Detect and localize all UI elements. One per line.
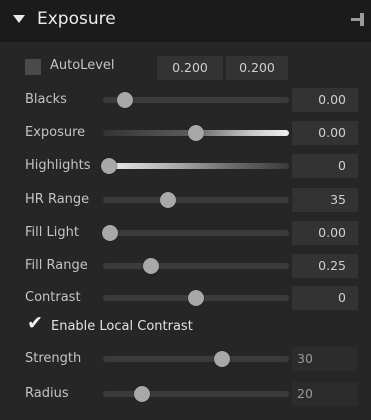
slider-thumb[interactable] (102, 225, 119, 241)
slider-thumb[interactable] (100, 158, 117, 174)
slider-track[interactable] (103, 192, 289, 208)
slider-track[interactable] (103, 351, 289, 367)
slider-track[interactable] (103, 258, 289, 274)
slider-thumb[interactable] (143, 258, 160, 274)
slider-row-contrast: Contrast 0 (0, 282, 371, 314)
slider-label: Contrast (25, 290, 81, 305)
slider-track[interactable] (103, 290, 289, 306)
slider-track[interactable] (103, 125, 289, 141)
slider-row-exposure: Exposure 0.00 (0, 117, 371, 149)
slider-row-fill-range: Fill Range 0.25 (0, 250, 371, 282)
autolevel-value-1[interactable]: 0.200 (157, 56, 223, 80)
local-contrast-label: Enable Local Contrast (51, 319, 193, 334)
slider-label: Blacks (25, 92, 67, 107)
slider-label: HR Range (25, 192, 90, 207)
autolevel-label: AutoLevel (50, 58, 115, 73)
slider-row-strength: Strength 30 (0, 343, 371, 375)
local-contrast-checkbox[interactable]: ✔ (27, 314, 43, 335)
slider-thumb[interactable] (188, 290, 204, 306)
slider-value-field[interactable]: 20 (292, 382, 358, 406)
slider-track[interactable] (103, 92, 289, 108)
slider-label: Highlights (25, 158, 91, 173)
collapse-triangle-icon[interactable] (13, 15, 25, 23)
panel-header[interactable]: Exposure (0, 0, 371, 42)
pin-icon[interactable] (351, 13, 367, 27)
slider-row-radius: Radius 20 (0, 378, 371, 410)
exposure-panel: Exposure AutoLevel 0.200 0.200 Blacks 0.… (0, 0, 371, 420)
slider-value-field[interactable]: 35 (292, 188, 358, 212)
autolevel-value-2[interactable]: 0.200 (226, 56, 288, 80)
slider-track[interactable] (100, 158, 289, 174)
slider-label: Fill Range (25, 258, 88, 273)
slider-row-hr-range: HR Range 35 (0, 184, 371, 216)
slider-label: Exposure (25, 125, 86, 140)
slider-thumb[interactable] (117, 92, 134, 108)
slider-value-field[interactable]: 0 (292, 154, 358, 178)
slider-value-field[interactable]: 0.00 (292, 121, 358, 145)
slider-track[interactable] (103, 386, 289, 402)
slider-value-field[interactable]: 0.00 (292, 88, 358, 112)
slider-row-blacks: Blacks 0.00 (0, 84, 371, 116)
panel-title: Exposure (37, 9, 116, 29)
slider-value-field[interactable]: 0.00 (292, 221, 358, 245)
slider-label: Fill Light (25, 225, 79, 240)
slider-value-field[interactable]: 0.25 (292, 254, 358, 278)
checkmark-icon: ✔ (27, 312, 43, 334)
slider-thumb[interactable] (134, 386, 151, 402)
slider-thumb[interactable] (188, 125, 204, 141)
slider-thumb[interactable] (160, 192, 177, 208)
slider-row-highlights: Highlights 0 (0, 150, 371, 182)
autolevel-checkbox[interactable] (25, 59, 41, 75)
slider-value-field[interactable]: 30 (292, 347, 358, 371)
slider-thumb[interactable] (214, 351, 231, 367)
slider-label: Radius (25, 386, 69, 401)
slider-value-field[interactable]: 0 (292, 286, 358, 310)
slider-label: Strength (25, 351, 82, 366)
slider-track[interactable] (102, 225, 289, 241)
slider-row-fill-light: Fill Light 0.00 (0, 217, 371, 249)
